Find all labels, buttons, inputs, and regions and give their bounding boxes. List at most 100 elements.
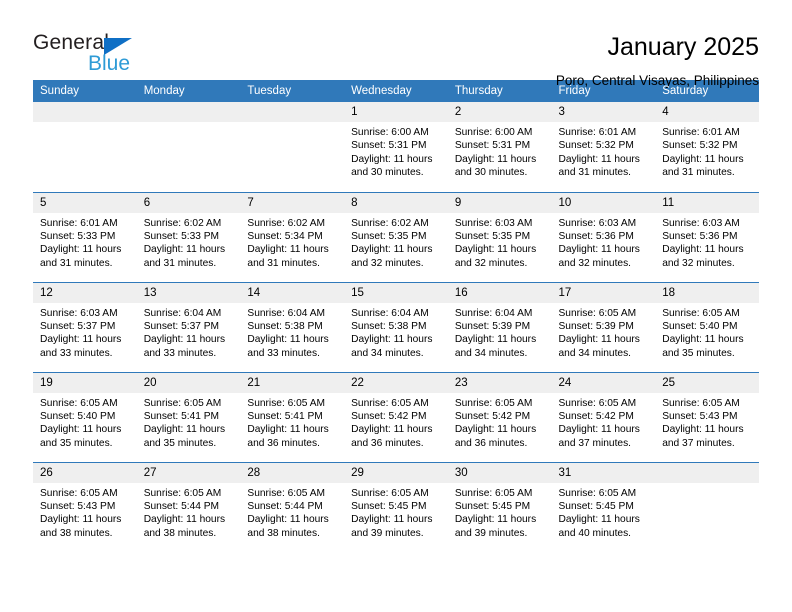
calendar-day-cell-empty — [33, 102, 137, 192]
daylight-text-line1: Daylight: 11 hours — [558, 424, 640, 436]
daylight-text-line2: and 35 minutes. — [143, 437, 217, 449]
day-details: Sunrise: 6:02 AM Sunset: 5:33 PM Daylight:… — [137, 213, 241, 271]
day-number: 8 — [344, 192, 448, 213]
sunset-text: Sunset: 5:42 PM — [454, 410, 531, 422]
calendar-week-row: 19 Sunrise: 6:05 AM Sunset: 5:40 PM Dayligh… — [33, 371, 759, 462]
day-number: 25 — [655, 372, 759, 393]
daylight-text-line2: and 39 minutes. — [351, 527, 424, 539]
daylight-text-line2: and 36 minutes. — [454, 437, 528, 449]
calendar-grid: Sunday Monday Tuesday Wednesday Thursday Frid… — [33, 80, 759, 552]
calendar-day-cell[interactable]: 1 Sunrise: 6:00 AM Sunset: 5:31 PM Daylight… — [344, 102, 448, 192]
weekday-header-tuesday: Tuesday — [240, 80, 345, 102]
calendar-day-cell[interactable]: 15 Sunrise: 6:04 AM Sunset: 5:38 PM Dayligh… — [344, 281, 448, 372]
day-details: Sunrise: 6:05 AM Sunset: 5:45 PM Daylight:… — [344, 483, 448, 541]
calendar-day-cell[interactable]: 21 Sunrise: 6:05 AM Sunset: 5:41 PM Dayligh… — [240, 371, 345, 462]
daylight-text-line1: Daylight: 11 hours — [454, 244, 537, 256]
calendar-day-cell[interactable]: 28 Sunrise: 6:05 AM Sunset: 5:44 PM Dayligh… — [240, 461, 345, 552]
calendar-day-cell[interactable]: 8 Sunrise: 6:02 AM Sunset: 5:35 PM Daylight… — [344, 191, 448, 282]
day-number: 14 — [240, 282, 345, 303]
calendar-day-cell[interactable]: 7 Sunrise: 6:02 AM Sunset: 5:34 PM Daylight… — [240, 191, 345, 282]
sunset-text: Sunset: 5:44 PM — [143, 500, 220, 512]
daylight-text-line1: Daylight: 11 hours — [454, 514, 537, 526]
calendar-day-cell-empty — [655, 461, 759, 552]
sunset-text: Sunset: 5:35 PM — [351, 230, 427, 242]
daylight-text-line2: and 37 minutes. — [558, 437, 632, 449]
day-number: 16 — [447, 282, 552, 303]
weekday-header-monday: Monday — [136, 80, 241, 102]
calendar-body: 1 Sunrise: 6:00 AM Sunset: 5:31 PM Daylight… — [33, 102, 759, 552]
calendar-week-row: 26 Sunrise: 6:05 AM Sunset: 5:43 PM Dayligh… — [33, 461, 759, 552]
sunset-text: Sunset: 5:41 PM — [247, 410, 323, 422]
calendar-day-cell[interactable]: 18 Sunrise: 6:05 AM Sunset: 5:40 PM Dayligh… — [655, 281, 759, 372]
sunset-text: Sunset: 5:43 PM — [662, 410, 738, 422]
calendar-day-cell[interactable]: 22 Sunrise: 6:05 AM Sunset: 5:42 PM Dayligh… — [344, 371, 448, 462]
day-number: 29 — [344, 462, 448, 483]
weekday-header-sunday: Sunday — [33, 80, 137, 102]
calendar-day-cell[interactable]: 25 Sunrise: 6:05 AM Sunset: 5:43 PM Dayligh… — [655, 371, 759, 462]
calendar-day-cell[interactable]: 26 Sunrise: 6:05 AM Sunset: 5:43 PM Dayligh… — [33, 461, 137, 552]
sunset-text: Sunset: 5:35 PM — [454, 230, 531, 242]
daylight-text-line1: Daylight: 11 hours — [662, 153, 744, 165]
calendar-day-cell[interactable]: 24 Sunrise: 6:05 AM Sunset: 5:42 PM Dayligh… — [551, 371, 656, 462]
calendar-day-cell[interactable]: 30 Sunrise: 6:05 AM Sunset: 5:45 PM Dayligh… — [447, 461, 552, 552]
calendar-page: General Blue January 2025 Poro, Central … — [0, 0, 792, 612]
calendar-day-cell[interactable]: 13 Sunrise: 6:04 AM Sunset: 5:37 PM Dayligh… — [136, 281, 241, 372]
general-blue-logo[interactable]: General Blue — [33, 30, 183, 82]
calendar-day-cell[interactable]: 5 Sunrise: 6:01 AM Sunset: 5:33 PM Daylight… — [33, 191, 137, 282]
day-number: 28 — [240, 462, 345, 483]
calendar-day-cell[interactable]: 3 Sunrise: 6:01 AM Sunset: 5:32 PM Daylight… — [551, 102, 656, 192]
sunrise-text: Sunrise: 6:01 AM — [662, 127, 740, 138]
calendar-day-cell[interactable]: 6 Sunrise: 6:02 AM Sunset: 5:33 PM Daylight… — [136, 191, 241, 282]
calendar-day-cell[interactable]: 31 Sunrise: 6:05 AM Sunset: 5:45 PM Dayligh… — [551, 461, 656, 552]
day-details: Sunrise: 6:05 AM Sunset: 5:39 PM Daylight:… — [552, 303, 656, 361]
daylight-text-line1: Daylight: 11 hours — [247, 244, 329, 256]
calendar-day-cell[interactable]: 11 Sunrise: 6:03 AM Sunset: 5:36 PM Dayligh… — [655, 191, 759, 282]
calendar-day-cell-empty — [136, 102, 241, 192]
sunset-text: Sunset: 5:32 PM — [558, 140, 634, 152]
calendar-day-cell[interactable]: 23 Sunrise: 6:05 AM Sunset: 5:42 PM Dayligh… — [447, 371, 552, 462]
daylight-text-line1: Daylight: 11 hours — [351, 424, 433, 436]
day-details: Sunrise: 6:02 AM Sunset: 5:35 PM Daylight:… — [344, 213, 448, 271]
sunrise-text: Sunrise: 6:02 AM — [143, 217, 222, 229]
calendar-day-cell[interactable]: 9 Sunrise: 6:03 AM Sunset: 5:35 PM Daylight… — [447, 191, 552, 282]
sunset-text: Sunset: 5:43 PM — [40, 500, 116, 512]
day-details: Sunrise: 6:05 AM Sunset: 5:41 PM Daylight:… — [240, 393, 344, 451]
sunset-text: Sunset: 5:33 PM — [40, 230, 116, 242]
sunset-text: Sunset: 5:39 PM — [558, 320, 634, 332]
sunset-text: Sunset: 5:42 PM — [351, 410, 427, 422]
day-details: Sunrise: 6:01 AM Sunset: 5:33 PM Daylight:… — [33, 213, 137, 271]
day-details: Sunrise: 6:05 AM Sunset: 5:45 PM Daylight:… — [448, 483, 552, 541]
daylight-text-line1: Daylight: 11 hours — [351, 153, 433, 165]
calendar-day-cell[interactable]: 4 Sunrise: 6:01 AM Sunset: 5:32 PM Daylight… — [655, 102, 759, 192]
calendar-day-cell[interactable]: 20 Sunrise: 6:05 AM Sunset: 5:41 PM Dayligh… — [136, 371, 241, 462]
day-details: Sunrise: 6:03 AM Sunset: 5:36 PM Daylight:… — [552, 213, 656, 271]
sunrise-text: Sunrise: 6:05 AM — [454, 397, 533, 409]
calendar-day-cell[interactable]: 12 Sunrise: 6:03 AM Sunset: 5:37 PM Dayligh… — [33, 281, 137, 372]
calendar-day-cell[interactable]: 29 Sunrise: 6:05 AM Sunset: 5:45 PM Dayligh… — [344, 461, 448, 552]
day-details: Sunrise: 6:00 AM Sunset: 5:31 PM Daylight:… — [448, 122, 552, 180]
calendar-day-cell[interactable]: 10 Sunrise: 6:03 AM Sunset: 5:36 PM Dayligh… — [551, 191, 656, 282]
day-details: Sunrise: 6:04 AM Sunset: 5:38 PM Daylight:… — [344, 303, 448, 361]
calendar-day-cell[interactable]: 27 Sunrise: 6:05 AM Sunset: 5:44 PM Dayligh… — [136, 461, 241, 552]
daylight-text-line1: Daylight: 11 hours — [247, 424, 329, 436]
calendar-week-row: 12 Sunrise: 6:03 AM Sunset: 5:37 PM Dayligh… — [33, 281, 759, 372]
daylight-text-line1: Daylight: 11 hours — [558, 153, 640, 165]
sunrise-text: Sunrise: 6:05 AM — [351, 397, 429, 409]
day-number: 31 — [551, 462, 656, 483]
sunrise-text: Sunrise: 6:05 AM — [454, 487, 533, 499]
day-details: Sunrise: 6:02 AM Sunset: 5:34 PM Daylight:… — [240, 213, 344, 271]
day-details: Sunrise: 6:05 AM Sunset: 5:45 PM Daylight:… — [552, 483, 656, 541]
daylight-text-line1: Daylight: 11 hours — [558, 244, 640, 256]
calendar-day-cell[interactable]: 14 Sunrise: 6:04 AM Sunset: 5:38 PM Dayligh… — [240, 281, 345, 372]
calendar-day-cell[interactable]: 2 Sunrise: 6:00 AM Sunset: 5:31 PM Daylight… — [447, 102, 552, 192]
day-details: Sunrise: 6:05 AM Sunset: 5:42 PM Daylight:… — [552, 393, 656, 451]
sunrise-text: Sunrise: 6:03 AM — [662, 217, 740, 229]
day-number: 11 — [655, 192, 759, 213]
daylight-text-line2: and 35 minutes. — [40, 437, 113, 449]
calendar-day-cell[interactable]: 19 Sunrise: 6:05 AM Sunset: 5:40 PM Dayligh… — [33, 371, 137, 462]
daylight-text-line2: and 32 minutes. — [558, 257, 632, 269]
daylight-text-line1: Daylight: 11 hours — [454, 153, 537, 165]
calendar-day-cell[interactable]: 17 Sunrise: 6:05 AM Sunset: 5:39 PM Dayligh… — [551, 281, 656, 372]
sunrise-text: Sunrise: 6:05 AM — [247, 397, 325, 409]
calendar-day-cell[interactable]: 16 Sunrise: 6:04 AM Sunset: 5:39 PM Dayligh… — [447, 281, 552, 372]
